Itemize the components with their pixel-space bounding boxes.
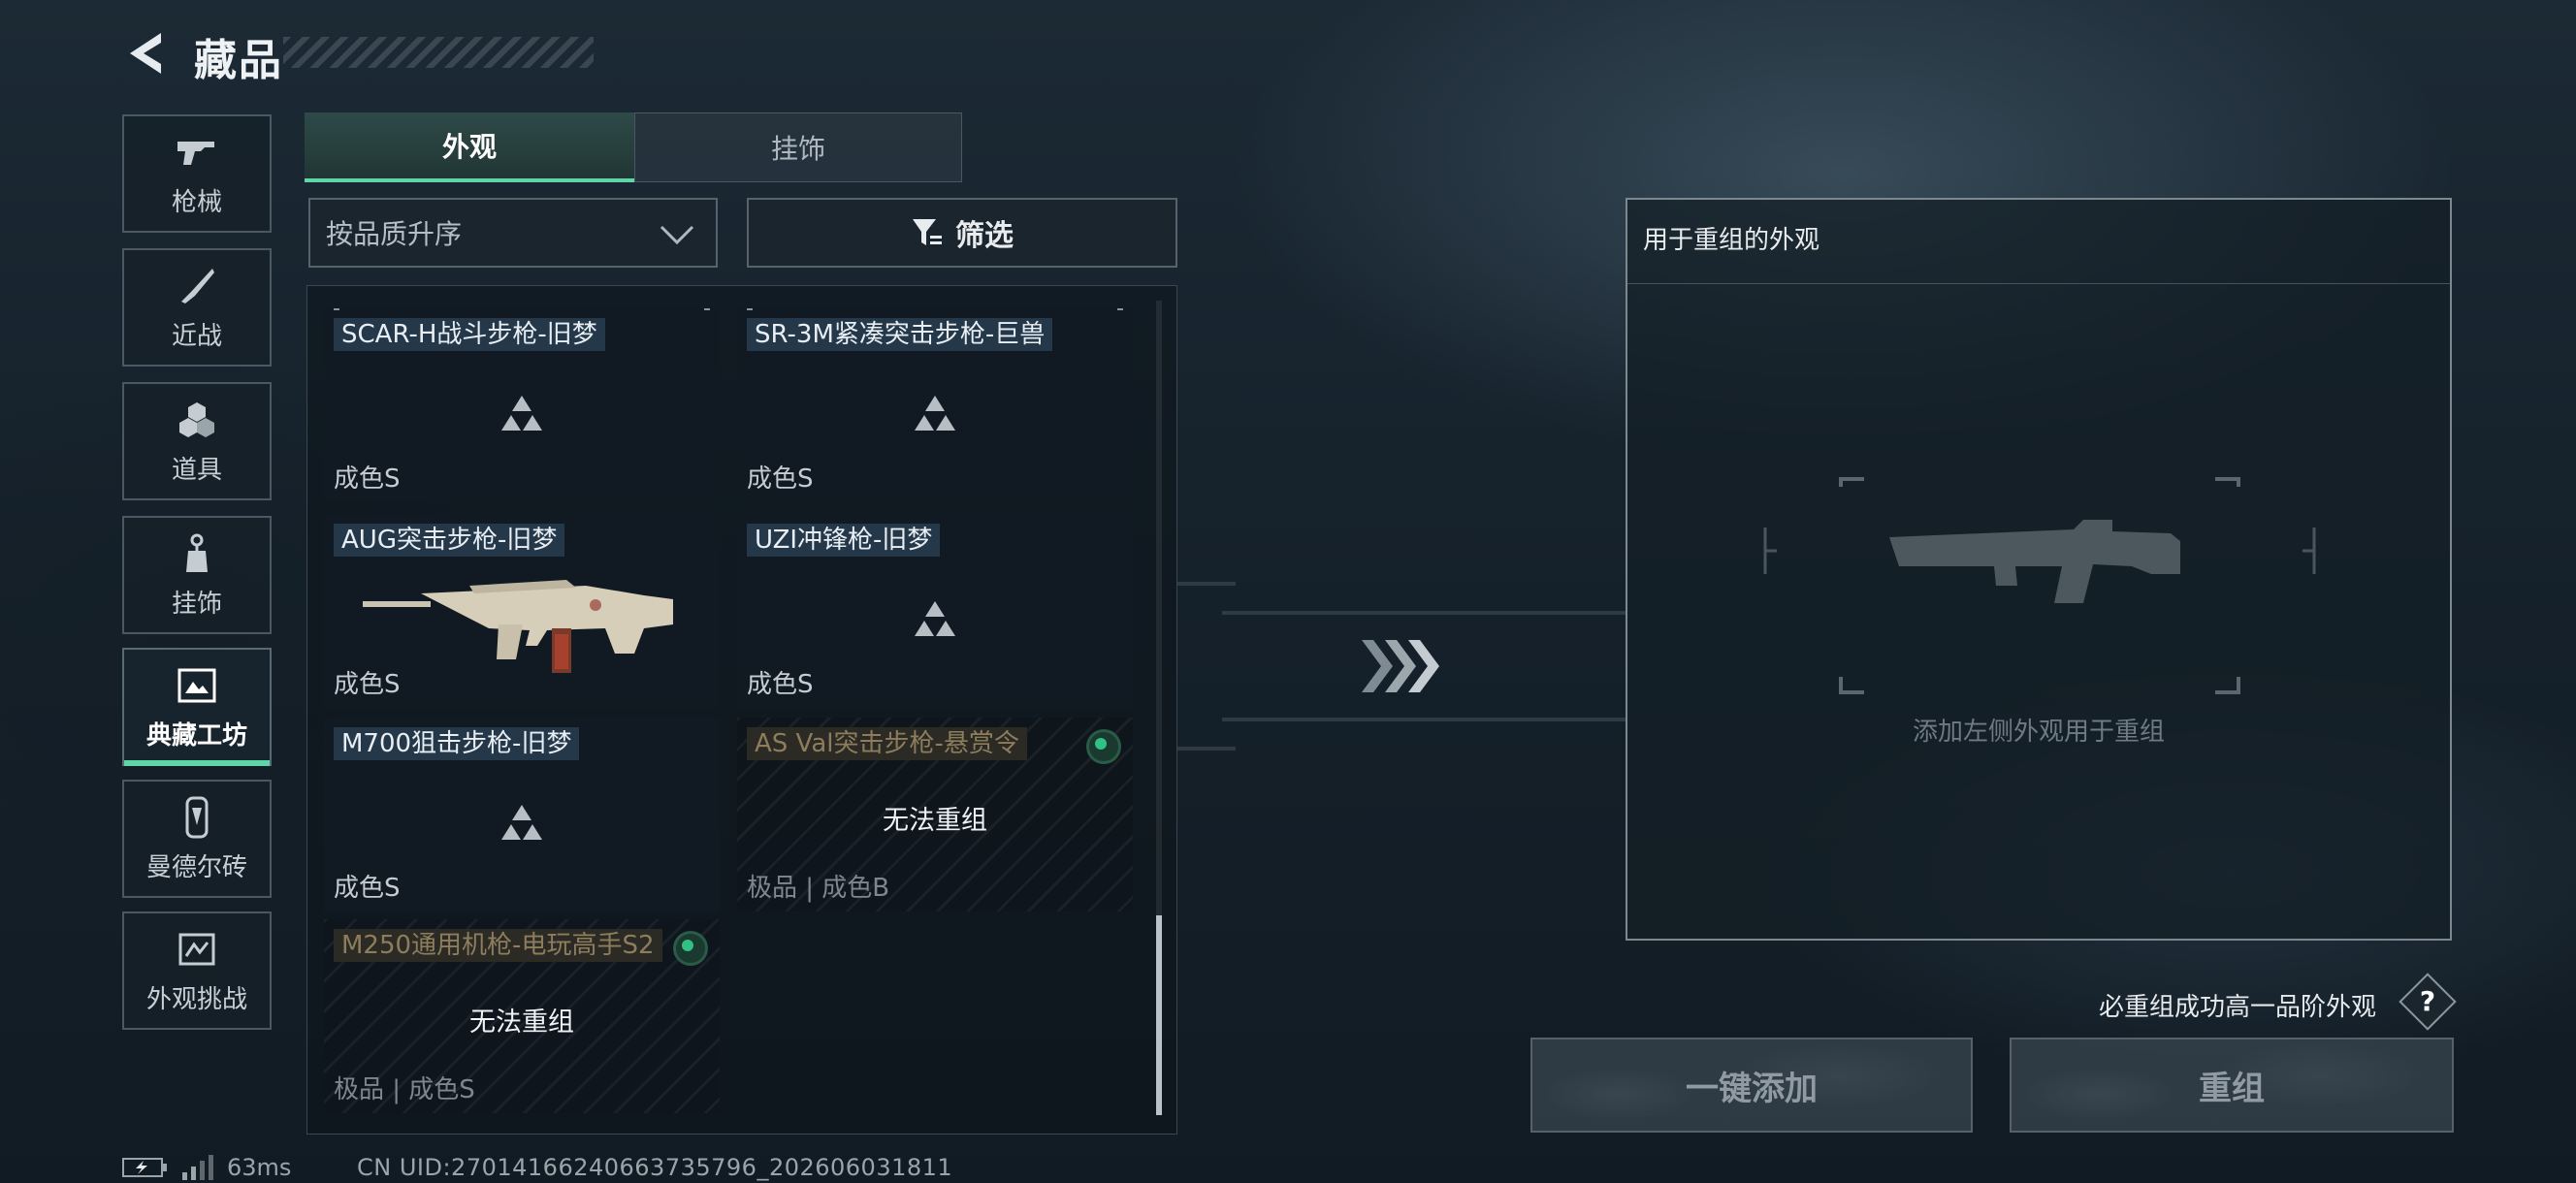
- appearance-card-locked[interactable]: AS Val突击步枪-悬赏令 无法重组 极品 | 成色B: [737, 718, 1133, 911]
- card-grade: 成色S: [334, 464, 401, 494]
- sidebar-item-label: 近战: [171, 321, 222, 351]
- card-name: M250通用机枪-电玩高手S2: [334, 929, 662, 962]
- appearance-card[interactable]: SR-3M紧凑突击步枪-巨兽 成色S: [737, 308, 1133, 502]
- knife-icon: [175, 264, 219, 308]
- cannot-recombine-label: 无法重组: [469, 1007, 574, 1038]
- chevron-down-icon: [660, 225, 694, 245]
- card-divider: [334, 308, 710, 310]
- status-dot-icon: [1086, 729, 1121, 764]
- empty-slot-placeholder-icon: [1763, 477, 2316, 694]
- sidebar-item-label: 挂饰: [171, 589, 222, 619]
- card-grade: 极品 | 成色S: [334, 1075, 475, 1104]
- quality-tier-icon: [915, 601, 955, 636]
- sidebar-item-label: 典藏工坊: [145, 720, 247, 751]
- charm-icon: [175, 531, 219, 576]
- card-name: UZI冲锋枪-旧梦: [747, 524, 941, 557]
- appearance-card[interactable]: SCAR-H战斗步枪-旧梦 成色S: [324, 308, 720, 502]
- recombine-panel-title: 用于重组的外观: [1627, 200, 2450, 284]
- triple-chevron-right-icon: [1362, 640, 1439, 692]
- card-name: SCAR-H战斗步枪-旧梦: [334, 318, 605, 351]
- card-grade: 成色S: [747, 670, 814, 699]
- sidebar-item-label: 枪械: [171, 187, 222, 217]
- gun-icon: [175, 130, 219, 175]
- sidebar-item-appearance-challenge[interactable]: 外观挑战: [122, 911, 272, 1030]
- cannot-recombine-label: 无法重组: [883, 806, 987, 836]
- signal-icon: [182, 1155, 213, 1180]
- sidebar-item-label: 外观挑战: [145, 984, 247, 1014]
- appearance-card[interactable]: M700狙击步枪-旧梦 成色S: [324, 718, 720, 911]
- tab-appearance[interactable]: 外观: [305, 112, 634, 182]
- items-icon: [175, 398, 219, 442]
- card-grade: 成色S: [747, 464, 814, 494]
- status-dot-icon: [673, 931, 708, 966]
- recombine-label: 重组: [2199, 1069, 2265, 1108]
- card-name: AS Val突击步枪-悬赏令: [747, 727, 1027, 760]
- quality-tier-icon: [915, 396, 955, 431]
- card-grade: 成色S: [334, 874, 401, 903]
- appearance-card[interactable]: AUG突击步枪-旧梦 成色S: [324, 514, 720, 708]
- sort-value: 按品质升序: [326, 218, 463, 250]
- scrollbar-thumb[interactable]: [1156, 915, 1162, 1115]
- card-name: M700狙击步枪-旧梦: [334, 727, 580, 760]
- brick-icon: [175, 795, 219, 840]
- filter-icon: [913, 219, 942, 245]
- sidebar-item-melee[interactable]: 近战: [122, 248, 272, 367]
- sidebar-item-items[interactable]: 道具: [122, 382, 272, 500]
- card-name: SR-3M紧凑突击步枪-巨兽: [747, 318, 1053, 351]
- card-grade: 成色S: [334, 670, 401, 699]
- battery-icon: [122, 1158, 167, 1177]
- recombine-button[interactable]: 重组: [2010, 1038, 2454, 1133]
- help-icon[interactable]: ?: [2407, 981, 2448, 1022]
- sidebar-item-charms[interactable]: 挂饰: [122, 516, 272, 634]
- back-arrow-icon: [130, 33, 161, 74]
- ping-value: 63ms: [227, 1154, 292, 1181]
- connector-line: [1222, 611, 1626, 615]
- connector-line: [1177, 747, 1236, 751]
- back-button[interactable]: [122, 29, 167, 78]
- sidebar-item-guns[interactable]: 枪械: [122, 114, 272, 233]
- sidebar-item-mandel-brick[interactable]: 曼德尔砖: [122, 780, 272, 898]
- quality-tier-icon: [501, 805, 542, 840]
- sidebar-item-label: 道具: [171, 455, 222, 485]
- workshop-icon: [175, 663, 219, 708]
- status-bar: 63ms: [122, 1154, 291, 1181]
- connector-line: [1222, 718, 1626, 721]
- title-decoration: [283, 37, 594, 68]
- quality-tier-icon: [501, 396, 542, 431]
- sort-dropdown[interactable]: 按品质升序: [308, 198, 718, 268]
- appearance-card[interactable]: UZI冲锋枪-旧梦 成色S: [737, 514, 1133, 708]
- recombine-note: 必重组成功高一品阶外观: [2099, 993, 2377, 1022]
- appearance-card-locked[interactable]: M250通用机枪-电玩高手S2 无法重组 极品 | 成色S: [324, 919, 720, 1113]
- recombine-slot-panel[interactable]: 用于重组的外观: [1626, 198, 2452, 941]
- sidebar-item-workshop[interactable]: 典藏工坊: [122, 648, 272, 766]
- filter-label: 筛选: [955, 219, 1014, 253]
- filter-button[interactable]: 筛选: [747, 198, 1177, 268]
- connector-line: [1177, 582, 1236, 586]
- challenge-icon: [175, 927, 219, 972]
- card-grade: 极品 | 成色B: [747, 874, 890, 903]
- add-all-label: 一键添加: [1686, 1069, 1818, 1108]
- aug-rifle-image: [363, 580, 673, 673]
- page-title: 藏品: [194, 36, 283, 85]
- add-all-button[interactable]: 一键添加: [1530, 1038, 1973, 1133]
- sidebar-item-label: 曼德尔砖: [145, 852, 247, 882]
- user-uid: CN UID:270141662406637357​96_20260603181…: [357, 1154, 953, 1181]
- recombine-hint: 添加左侧外观用于重组: [1912, 718, 2165, 747]
- tab-charms[interactable]: 挂饰: [634, 112, 962, 182]
- card-name: AUG突击步枪-旧梦: [334, 524, 565, 557]
- card-divider: [747, 308, 1123, 310]
